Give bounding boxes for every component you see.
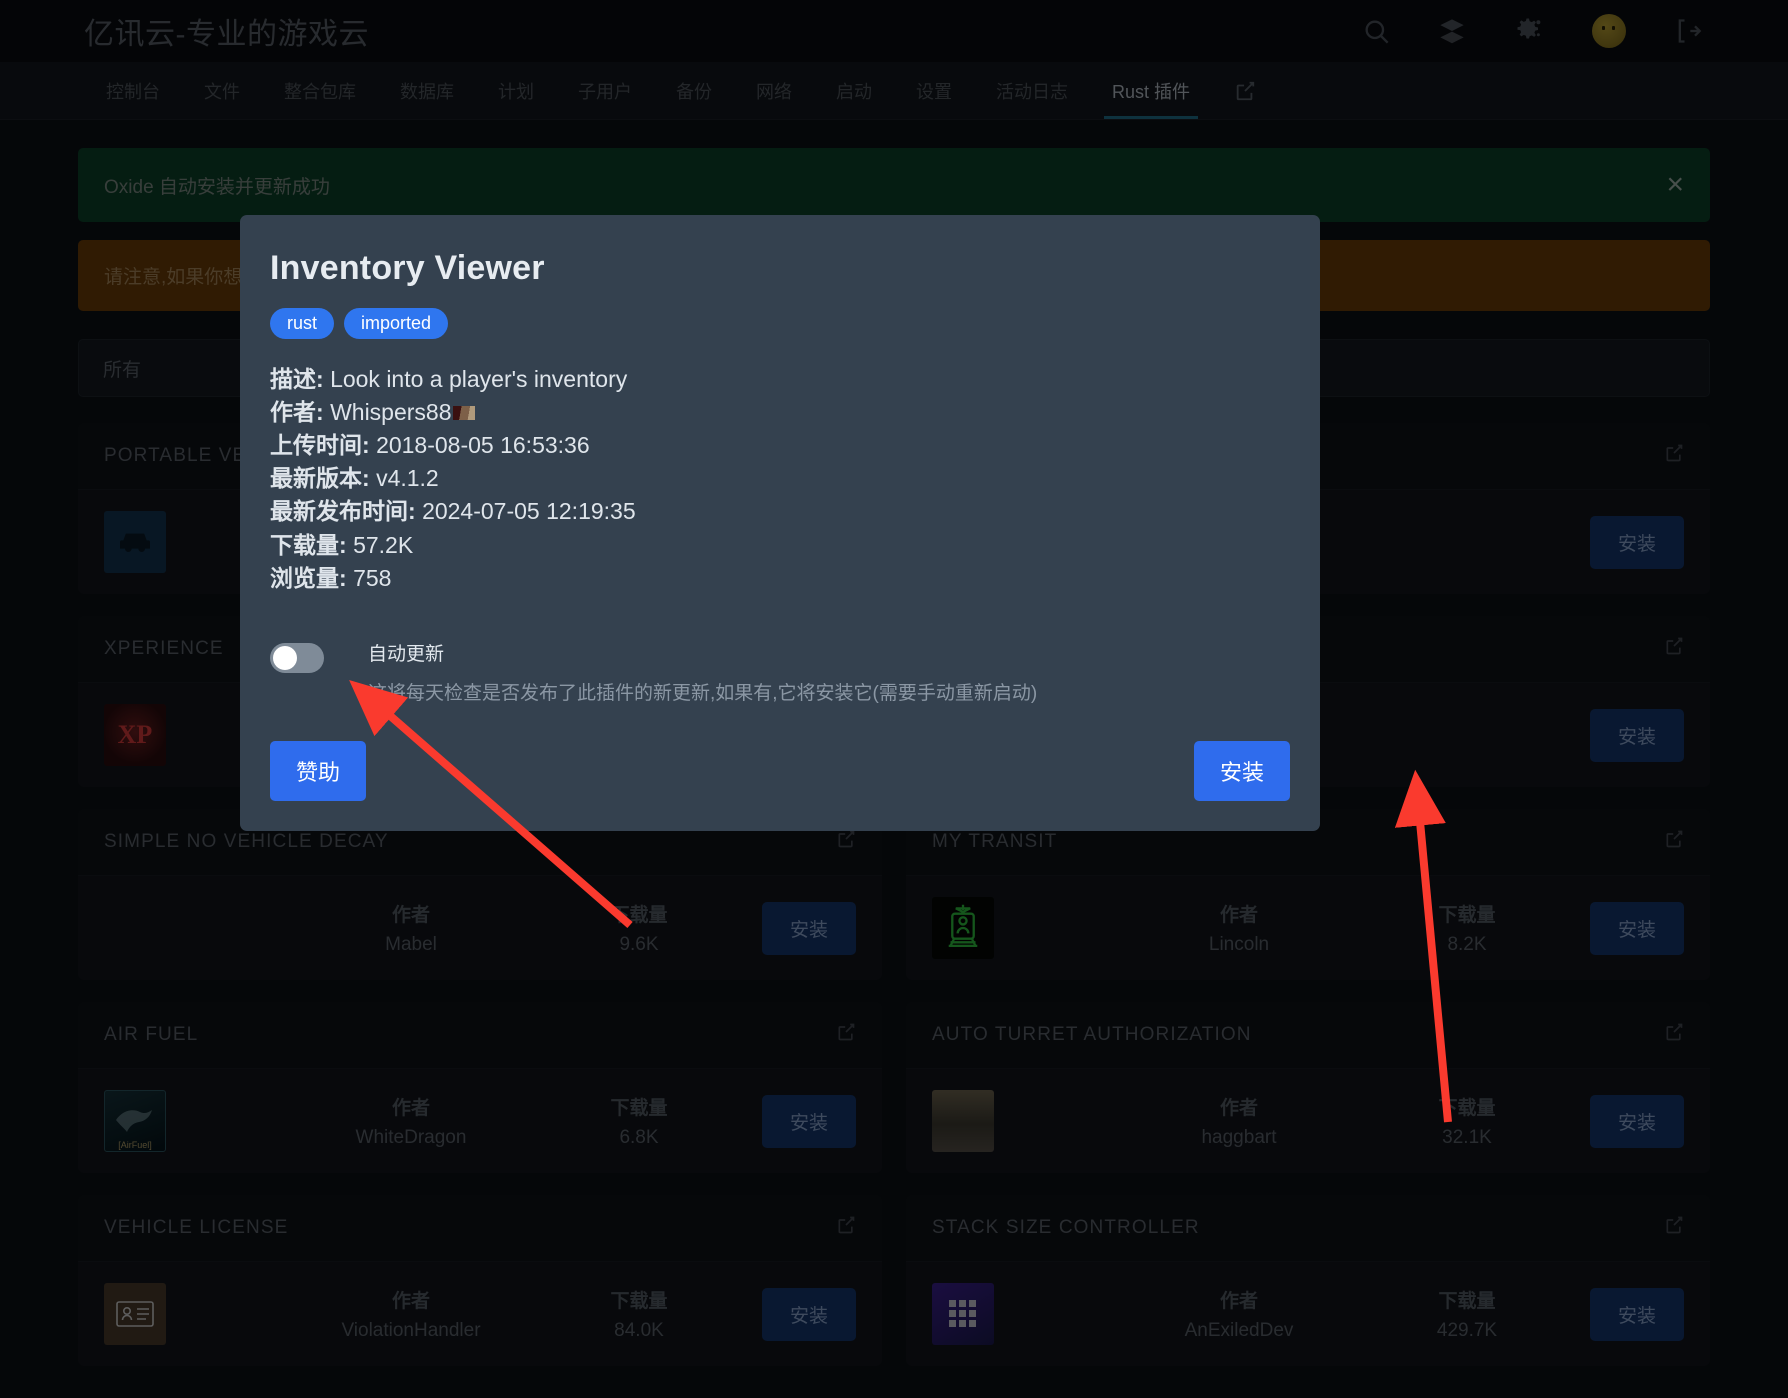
author-avatar [452,406,475,421]
tag-imported: imported [344,308,449,339]
meta-release-time-row: 最新发布时间: 2024-07-05 12:19:35 [270,495,1290,528]
meta-downloads-value: 57.2K [353,531,414,558]
auto-update-text: 自动更新 这将每天检查是否发布了此插件的新更新,如果有,它将安装它(需要手动重新… [368,639,1037,705]
modal-meta: 描述: Look into a player's inventory 作者: W… [270,363,1290,595]
auto-update-description: 这将每天检查是否发布了此插件的新更新,如果有,它将安装它(需要手动重新启动) [368,682,1038,704]
plugin-detail-modal: Inventory Viewer rust imported 描述: Look … [240,215,1320,831]
donate-button[interactable]: 赞助 [270,740,367,801]
modal-install-button[interactable]: 安装 [1193,740,1290,801]
auto-update-toggle[interactable] [270,642,324,673]
meta-author-label: 作者: [270,399,324,426]
meta-upload-time-label: 上传时间: [270,432,370,459]
meta-views-label: 浏览量: [270,564,347,591]
auto-update-label: 自动更新 [368,643,445,665]
meta-downloads-row: 下载量: 57.2K [270,529,1290,562]
tag-list: rust imported [270,308,1290,339]
modal-title: Inventory Viewer [270,249,545,287]
modal-footer: 赞助 安装 [270,740,1290,801]
meta-views-row: 浏览量: 758 [270,562,1290,595]
app-root: 亿讯云-专业的游戏云 [0,0,1788,1398]
meta-description-value: Look into a player's inventory [330,366,628,392]
tag-rust: rust [270,308,335,339]
meta-version-label: 最新版本: [270,465,370,492]
meta-version-row: 最新版本: v4.1.2 [270,462,1290,495]
toggle-knob [273,645,297,670]
meta-author-value: Whispers88 [330,399,452,426]
meta-upload-time-row: 上传时间: 2018-08-05 16:53:36 [270,429,1290,462]
meta-release-time-value: 2024-07-05 12:19:35 [422,498,636,525]
meta-description-row: 描述: Look into a player's inventory [270,363,1290,396]
meta-release-time-label: 最新发布时间: [270,498,416,525]
auto-update-row: 自动更新 这将每天检查是否发布了此插件的新更新,如果有,它将安装它(需要手动重新… [270,639,1290,705]
meta-description-label: 描述: [270,366,324,392]
meta-version-value: v4.1.2 [376,465,439,492]
meta-views-value: 758 [353,564,392,591]
meta-author-row: 作者: Whispers88 [270,396,1290,429]
meta-downloads-label: 下载量: [270,531,347,558]
meta-upload-time-value: 2018-08-05 16:53:36 [376,432,590,459]
